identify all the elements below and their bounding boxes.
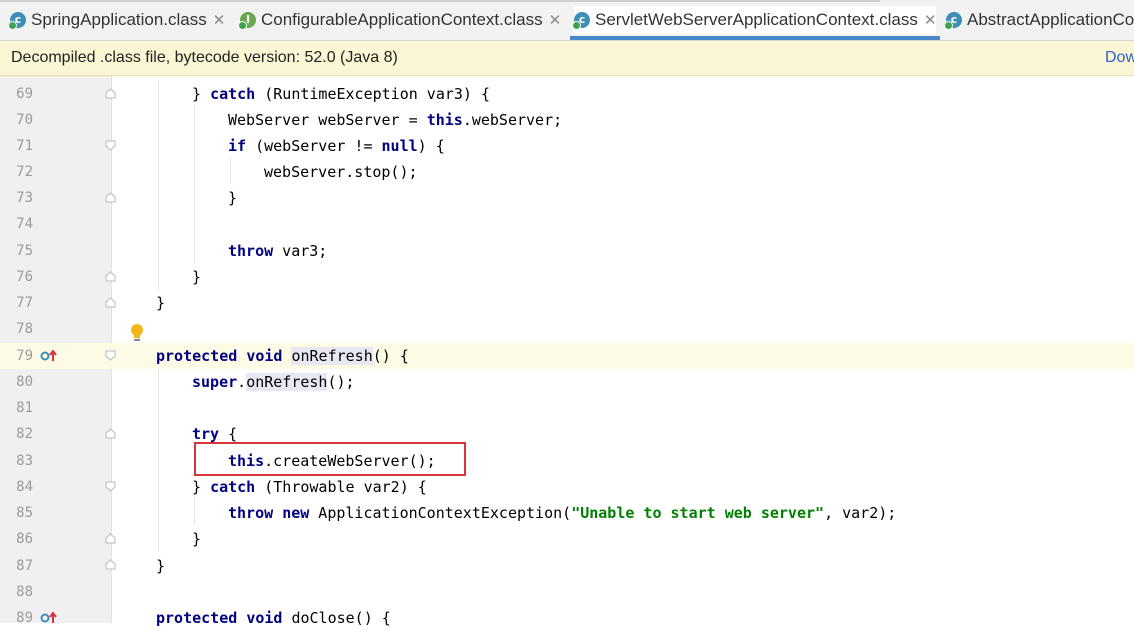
code-line-77[interactable]: } [156,290,165,316]
line-number: 88 [16,584,33,600]
line-number: 85 [16,505,33,521]
code-line-75[interactable]: throw var3; [228,238,327,264]
code-line-76[interactable]: } [192,264,201,290]
close-icon[interactable]: ✕ [213,11,226,29]
editor-tab-bar: c SpringApplication.class ✕ I Configurab… [0,0,1134,41]
tab-label: SpringApplication.class [31,10,207,29]
code-line-79[interactable]: protected void onRefresh() { [156,343,409,369]
indent-guide [158,80,159,290]
line-number: 81 [16,400,33,416]
tab-label: ConfigurableApplicationContext.class [261,10,543,29]
code-line-69[interactable]: } catch (RuntimeException var3) { [192,81,490,107]
close-icon[interactable]: ✕ [549,11,562,29]
code-line-84[interactable]: } catch (Throwable var2) { [192,474,427,500]
banner-message: Decompiled .class file, bytecode version… [11,49,398,66]
line-number: 83 [16,453,33,469]
code-line-71[interactable]: if (webServer != null) { [228,133,445,159]
line-number: 87 [16,558,33,574]
indent-guide [194,498,195,524]
fold-start-marker[interactable] [105,350,116,361]
class-icon: c [944,12,962,30]
class-icon: c [8,12,26,30]
line-number: 76 [16,269,33,285]
code-line-87[interactable]: } [156,553,165,579]
close-icon[interactable]: ✕ [924,11,937,29]
tab-servlet-web-server-application-context[interactable]: c ServletWebServerApplicationContext.cla… [569,6,941,40]
code-line-80[interactable]: super.onRefresh(); [192,369,355,395]
method-name-highlight: onRefresh [291,347,373,365]
line-number: 84 [16,479,33,495]
tab-scroll-indicator [0,0,880,2]
download-sources-link[interactable]: Dow [1105,49,1134,67]
code-line-89[interactable]: protected void doClose() { [156,605,391,631]
fold-end-marker[interactable] [105,271,116,282]
fold-end-marker[interactable] [105,533,116,544]
line-number: 70 [16,112,33,128]
line-number: 71 [16,138,33,154]
fold-end-marker[interactable] [105,428,116,439]
code-line-86[interactable]: } [192,526,201,552]
fold-end-marker[interactable] [105,88,116,99]
tab-configurable-application-context[interactable]: I ConfigurableApplicationContext.class ✕ [238,6,562,34]
indent-guide [230,158,231,184]
overrides-method-icon[interactable] [40,349,60,363]
code-line-85[interactable]: throw new ApplicationContextException("U… [228,500,896,526]
line-number: 73 [16,190,33,206]
line-number: 78 [16,321,33,337]
class-icon: c [572,12,590,30]
method-name-highlight: onRefresh [246,373,328,391]
line-number: 74 [16,216,33,232]
code-line-72[interactable]: webServer.stop(); [264,159,418,185]
fold-end-marker[interactable] [105,192,116,203]
fold-start-marker[interactable] [105,140,116,151]
tab-label: ServletWebServerApplicationContext.class [595,10,918,29]
tab-abstract-application-context[interactable]: c AbstractApplicationCo [944,6,1134,34]
fold-end-marker[interactable] [105,297,116,308]
line-number: 82 [16,426,33,442]
tab-spring-application[interactable]: c SpringApplication.class ✕ [8,6,226,34]
line-number: 72 [16,164,33,180]
intention-bulb-icon[interactable] [129,323,145,343]
line-number: 80 [16,374,33,390]
line-number: 79 [16,348,33,364]
code-line-70[interactable]: WebServer webServer = this.webServer; [228,107,562,133]
indent-guide [158,368,159,552]
decompiled-notice-banner: Decompiled .class file, bytecode version… [0,41,1134,76]
line-number: 89 [16,610,33,626]
line-number: 75 [16,243,33,259]
tab-label: AbstractApplicationCo [967,10,1134,29]
code-line-73[interactable]: } [228,185,237,211]
line-number: 86 [16,531,33,547]
fold-start-marker[interactable] [105,481,116,492]
annotation-highlight-box [194,442,466,476]
indent-guide [194,106,195,264]
line-number: 69 [16,86,33,102]
line-number: 77 [16,295,33,311]
fold-end-marker[interactable] [105,559,116,570]
interface-icon: I [238,12,256,30]
